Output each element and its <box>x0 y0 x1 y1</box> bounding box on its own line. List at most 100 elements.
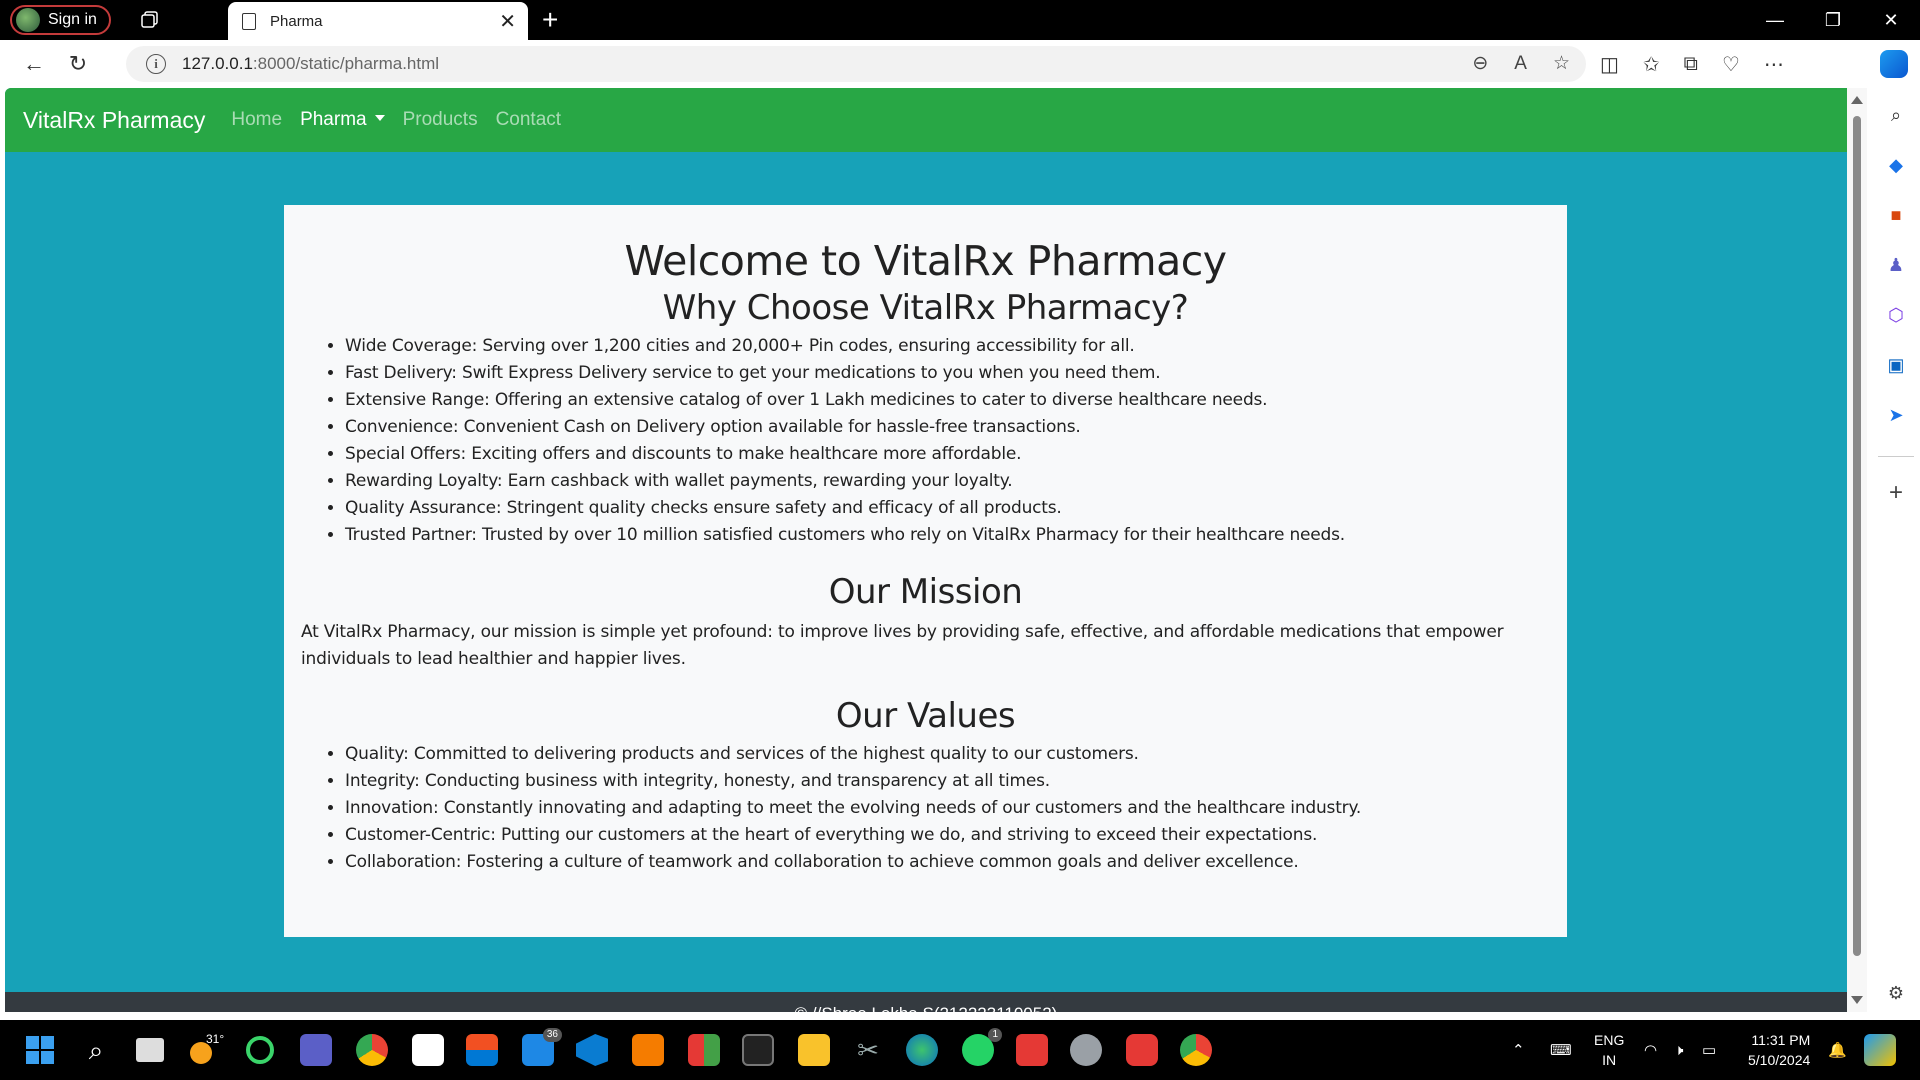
list-item: Customer-Centric: Putting our customers … <box>345 822 1550 849</box>
nav-pharma-dropdown[interactable]: Pharma <box>300 109 385 131</box>
list-item: Extensive Range: Offering an extensive c… <box>345 387 1550 414</box>
office-icon[interactable]: ⬡ <box>1885 304 1907 326</box>
profile-sign-in-button[interactable]: Sign in <box>10 5 111 35</box>
mission-heading: Our Mission <box>828 572 1023 612</box>
scrollbar-thumb[interactable] <box>1853 116 1861 956</box>
settings-gear-icon[interactable]: ⚙ <box>1885 982 1907 1004</box>
snipping-tool-icon[interactable]: ✂ <box>852 1034 884 1066</box>
chrome-profile-icon[interactable] <box>1180 1034 1212 1066</box>
search-icon[interactable]: ⌕ <box>80 1034 112 1066</box>
games-icon[interactable]: ♟ <box>1885 254 1907 276</box>
values-list: Quality: Committed to delivering product… <box>345 741 1550 876</box>
address-bar[interactable]: i 127.0.0.1:8000/static/pharma.html ⊖ A … <box>126 46 1586 82</box>
list-item: Quality Assurance: Stringent quality che… <box>345 495 1550 522</box>
tools-icon[interactable]: ■ <box>1885 204 1907 226</box>
tab-title: Pharma <box>270 12 323 30</box>
nav-products[interactable]: Products <box>403 109 478 131</box>
start-windows-icon[interactable] <box>24 1034 56 1066</box>
close-tab-icon[interactable]: ✕ <box>499 9 516 34</box>
terminal-icon[interactable] <box>742 1034 774 1066</box>
store-icon[interactable] <box>466 1034 498 1066</box>
f-app-icon[interactable] <box>632 1034 664 1066</box>
url-text: 127.0.0.1:8000/static/pharma.html <box>182 54 440 73</box>
nav-home[interactable]: Home <box>231 109 282 131</box>
scroll-down-icon[interactable] <box>1851 996 1863 1004</box>
favorites-icon[interactable]: ✩ <box>1643 52 1660 77</box>
list-item: Special Offers: Exciting offers and disc… <box>345 441 1550 468</box>
page-scrollbar[interactable] <box>1847 88 1867 1012</box>
list-item: Convenience: Convenient Cash on Delivery… <box>345 414 1550 441</box>
list-item: Quality: Committed to delivering product… <box>345 741 1550 768</box>
tab-actions-icon[interactable] <box>137 7 163 33</box>
page-viewport: VitalRx Pharmacy Home Pharma Products Co… <box>5 88 1847 1012</box>
language-indicator[interactable]: ENG IN <box>1594 1030 1624 1070</box>
browser-essentials-icon[interactable]: ♡ <box>1722 52 1740 77</box>
footer-text: © //Shree Lekha.S(212223110052) <box>795 1004 1058 1012</box>
edge-icon[interactable] <box>906 1034 938 1066</box>
page-title: Welcome to VitalRx Pharmacy <box>624 237 1227 285</box>
wps-office-icon[interactable] <box>1126 1034 1158 1066</box>
keyboard-icon[interactable]: ⌨ <box>1550 1020 1572 1080</box>
more-menu-icon[interactable]: ⋯ <box>1764 52 1784 77</box>
sidebar-divider <box>1878 456 1914 457</box>
wifi-icon[interactable]: ◠ <box>1644 1020 1657 1080</box>
tray-chevron-icon[interactable]: ⌃ <box>1512 1020 1525 1080</box>
volume-icon[interactable]: 🕨 <box>1674 1020 1683 1080</box>
why-choose-list: Wide Coverage: Serving over 1,200 cities… <box>345 333 1550 549</box>
battery-icon[interactable]: ▭ <box>1702 1020 1716 1080</box>
site-info-icon[interactable]: i <box>146 54 166 74</box>
dropdown-caret-icon <box>374 114 385 121</box>
screen-recorder-icon[interactable] <box>1016 1034 1048 1066</box>
copilot-taskbar-icon[interactable] <box>1864 1034 1896 1066</box>
mail-icon[interactable]: 36 <box>522 1028 562 1066</box>
outlook-icon[interactable]: ▣ <box>1885 354 1907 376</box>
list-item: Integrity: Conducting business with inte… <box>345 768 1550 795</box>
search-icon[interactable]: ⌕ <box>1885 104 1907 126</box>
list-item: Innovation: Constantly innovating and ad… <box>345 795 1550 822</box>
scroll-up-icon[interactable] <box>1851 96 1863 104</box>
page-document-icon <box>242 12 256 30</box>
site-navbar: VitalRx Pharmacy Home Pharma Products Co… <box>5 88 1847 152</box>
collections-icon[interactable]: ⧉ <box>1684 53 1698 76</box>
refresh-icon[interactable]: ↻ <box>56 44 100 84</box>
zoom-out-icon[interactable]: ⊖ <box>1472 52 1488 75</box>
close-window-icon[interactable]: ✕ <box>1862 0 1920 40</box>
task-view-icon[interactable] <box>136 1038 164 1062</box>
split-screen-icon[interactable]: ◫ <box>1600 52 1619 77</box>
add-icon[interactable]: + <box>1885 479 1907 506</box>
system-clock[interactable]: 11:31 PM 5/10/2024 <box>1748 1030 1810 1070</box>
minimize-icon[interactable]: — <box>1746 0 1804 40</box>
copilot-icon[interactable] <box>1880 50 1908 78</box>
list-item: Fast Delivery: Swift Express Delivery se… <box>345 360 1550 387</box>
whatsapp-icon[interactable]: 1 <box>962 1028 1002 1066</box>
active-tab[interactable]: Pharma ✕ <box>228 2 528 40</box>
list-item: Wide Coverage: Serving over 1,200 cities… <box>345 333 1550 360</box>
vscode-icon[interactable] <box>576 1034 608 1066</box>
browser-toolbar-icons: ◫ ✩ ⧉ ♡ ⋯ <box>1600 46 1784 82</box>
list-item: Rewarding Loyalty: Earn cashback with wa… <box>345 468 1550 495</box>
file-explorer-icon[interactable] <box>798 1034 830 1066</box>
list-item: Collaboration: Fostering a culture of te… <box>345 849 1550 876</box>
notepad-icon[interactable] <box>412 1034 444 1066</box>
windows-taskbar: ⌕ 31° 36 ✂ 1 ⌃ ⌨ ENG IN ◠ 🕨 ▭ 11:31 PM 5… <box>0 1020 1920 1080</box>
navbar-brand[interactable]: VitalRx Pharmacy <box>23 107 205 134</box>
favorite-star-icon[interactable]: ☆ <box>1553 52 1570 75</box>
restore-icon[interactable]: ❐ <box>1804 0 1862 40</box>
refresh-app-icon[interactable] <box>246 1036 274 1064</box>
back-arrow-icon[interactable]: ← <box>12 44 56 84</box>
sign-in-label: Sign in <box>48 11 97 28</box>
settings-app-icon[interactable] <box>1070 1034 1102 1066</box>
teams-icon[interactable] <box>300 1034 332 1066</box>
mission-text: At VitalRx Pharmacy, our mission is simp… <box>301 622 1504 669</box>
office-app-icon[interactable] <box>688 1034 720 1066</box>
chrome-icon[interactable] <box>356 1034 388 1066</box>
shopping-tag-icon[interactable]: ◆ <box>1885 154 1907 176</box>
site-footer: © //Shree Lekha.S(212223110052) <box>5 992 1847 1012</box>
send-icon[interactable]: ➤ <box>1885 404 1907 426</box>
nav-contact[interactable]: Contact <box>496 109 561 131</box>
notification-bell-icon[interactable]: 🔔 <box>1828 1020 1847 1080</box>
read-aloud-icon[interactable]: A <box>1514 53 1527 75</box>
weather-icon[interactable]: 31° <box>190 1032 224 1066</box>
new-tab-button[interactable]: + <box>542 4 558 36</box>
list-item: Trusted Partner: Trusted by over 10 mill… <box>345 522 1550 549</box>
